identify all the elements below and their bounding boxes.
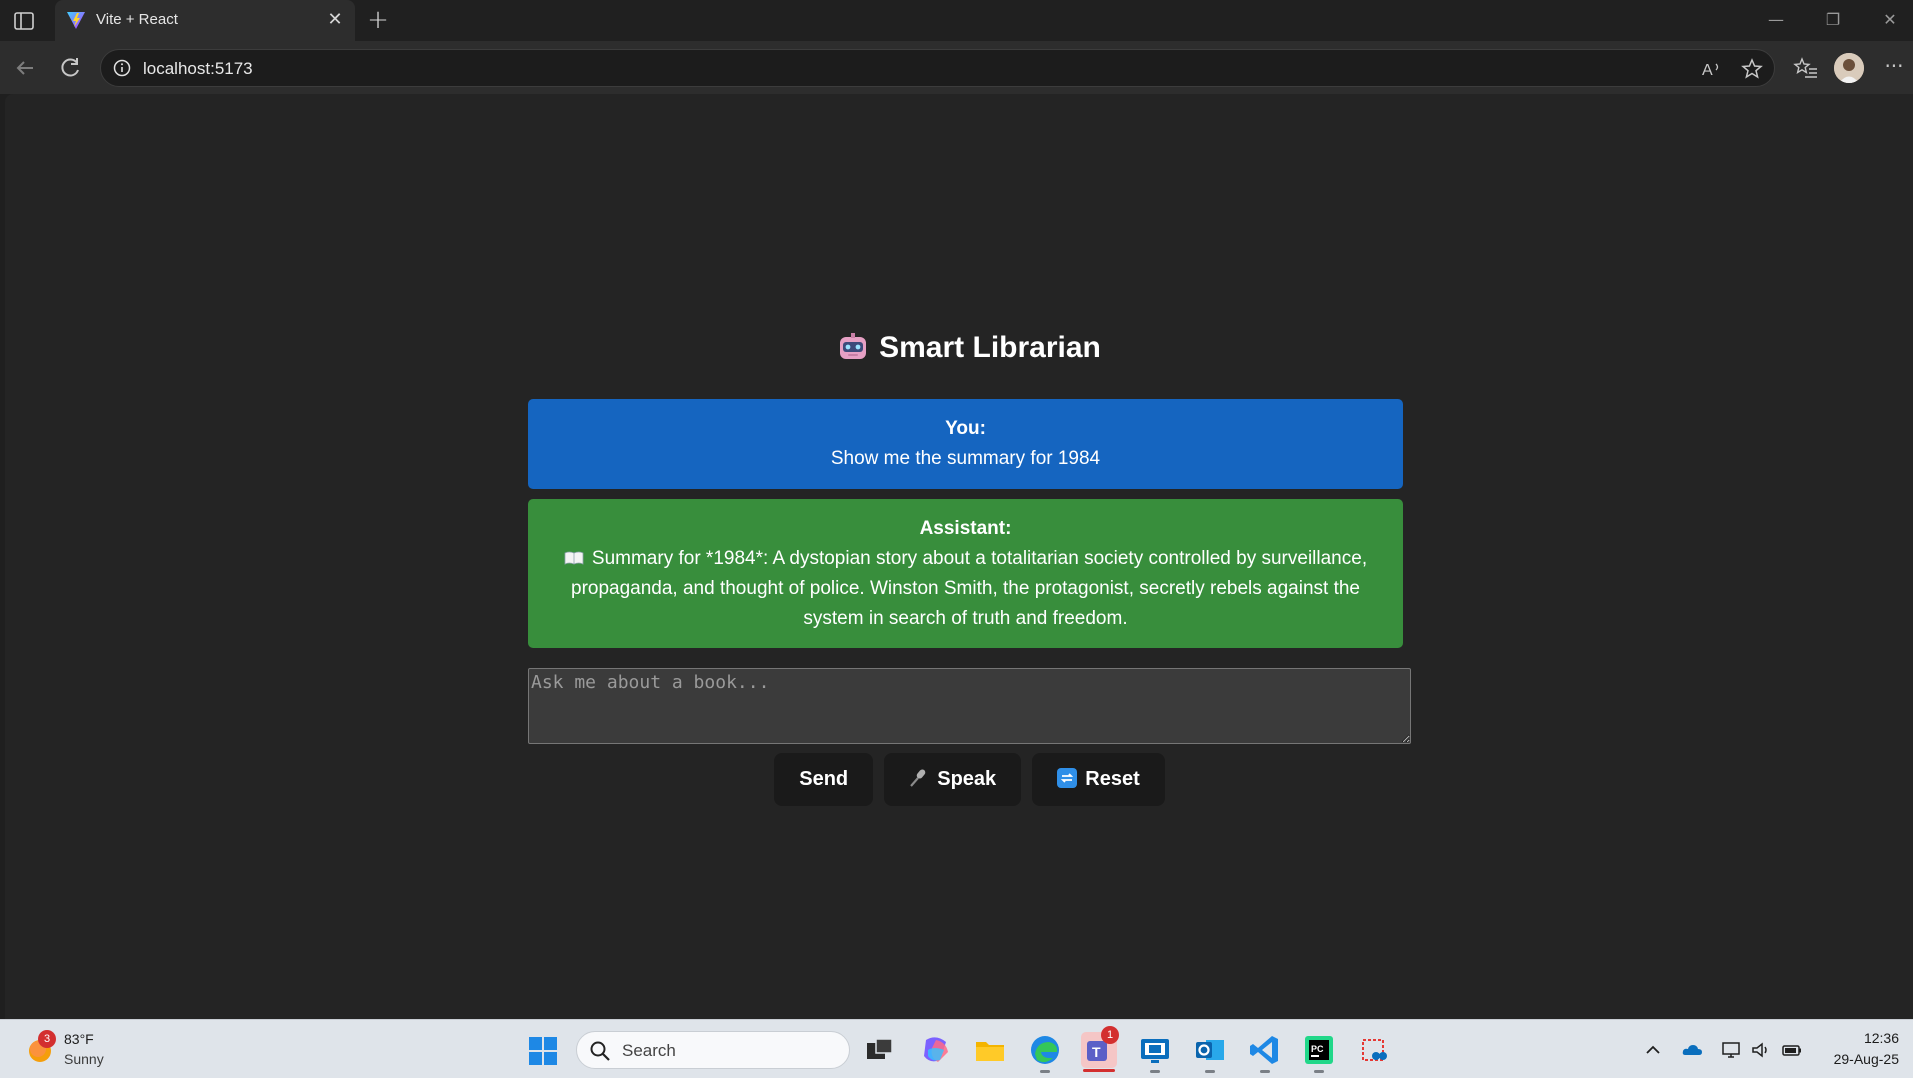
message-text: Summary for *1984*: A dystopian story ab… [571, 548, 1368, 629]
refresh-icon[interactable] [56, 54, 84, 82]
microphone-icon [909, 756, 929, 787]
close-window-button[interactable]: ✕ [1872, 8, 1908, 32]
windows-start-icon[interactable] [528, 1036, 558, 1066]
reset-button-label: Reset [1085, 768, 1140, 790]
file-explorer-icon[interactable] [972, 1032, 1008, 1068]
running-indicator [1314, 1070, 1324, 1073]
onedrive-cloud-icon[interactable] [1681, 1040, 1703, 1060]
network-icon[interactable] [1720, 1040, 1742, 1060]
speak-button[interactable]: Speak [884, 753, 1022, 806]
favorite-star-icon[interactable] [1741, 58, 1763, 80]
taskbar-search[interactable]: Search [576, 1031, 850, 1069]
message-role-label: Assistant: [919, 518, 1012, 539]
vite-logo-icon [65, 9, 87, 31]
running-indicator [1150, 1070, 1160, 1073]
clock-time: 12:36 [1863, 1030, 1899, 1046]
message-text: Show me the summary for 1984 [830, 448, 1101, 469]
book-question-input[interactable] [528, 668, 1411, 744]
message-role-label: You: [945, 418, 986, 439]
assistant-message: Assistant: Summary for *1984*: A dystopi… [528, 499, 1403, 648]
new-tab-button[interactable]: + [364, 6, 392, 34]
pycharm-icon[interactable]: PC [1301, 1032, 1337, 1073]
copilot-m365-icon[interactable] [918, 1032, 954, 1068]
show-hidden-icons-chevron-icon[interactable] [1642, 1040, 1664, 1060]
back-arrow-icon[interactable] [11, 54, 39, 82]
active-indicator [1083, 1069, 1115, 1072]
minimize-button[interactable]: — [1758, 8, 1794, 32]
url-text: localhost:5173 [143, 59, 253, 78]
running-indicator [1260, 1070, 1270, 1073]
app-title-text: Smart Librarian [879, 331, 1101, 364]
reset-icon [1057, 756, 1078, 788]
search-icon [589, 1040, 611, 1062]
user-message: You: Show me the summary for 1984 [528, 399, 1403, 489]
running-indicator [1205, 1070, 1215, 1073]
restore-button[interactable]: ❐ [1815, 8, 1851, 32]
remote-desktop-icon[interactable] [1137, 1032, 1173, 1073]
teams-notification-badge: 1 [1101, 1026, 1119, 1044]
book-icon [564, 545, 584, 565]
send-button-label: Send [799, 768, 849, 790]
browser-tab-bar: Vite + React ✕ + — ❐ ✕ [0, 0, 1913, 41]
reset-button[interactable]: Reset [1032, 753, 1165, 806]
robot-icon [837, 331, 869, 363]
tab-close-icon[interactable]: ✕ [325, 10, 345, 30]
svg-text:A: A [1702, 62, 1713, 79]
more-options-icon[interactable]: ··· [1880, 54, 1908, 82]
page-title: Smart Librarian [528, 331, 1410, 365]
send-button[interactable]: Send [774, 753, 874, 806]
favorites-icon[interactable] [1792, 54, 1820, 82]
teams-icon[interactable]: T 1 [1081, 1026, 1119, 1072]
volume-icon[interactable] [1750, 1040, 1772, 1060]
sidebar-toggle-icon[interactable] [12, 10, 36, 32]
running-indicator [1040, 1070, 1050, 1073]
clock-date: 29-Aug-25 [1833, 1051, 1899, 1067]
outlook-icon[interactable] [1192, 1032, 1228, 1073]
tab-title: Vite + React [96, 11, 178, 28]
browser-toolbar: localhost:5173 A ··· [0, 41, 1913, 94]
weather-condition: Sunny [64, 1051, 104, 1067]
task-view-icon[interactable] [862, 1032, 898, 1068]
browser-tab[interactable]: Vite + React ✕ [55, 0, 355, 41]
weather-alert-badge: 3 [38, 1030, 56, 1048]
windows-taskbar: 3 83°F Sunny Search T 1 PC 12:36 29-Aug-… [0, 1019, 1913, 1078]
address-bar[interactable]: localhost:5173 A [100, 49, 1775, 87]
speak-button-label: Speak [937, 768, 997, 790]
taskbar-search-placeholder: Search [622, 1041, 676, 1060]
action-buttons: Send Speak Reset [528, 753, 1411, 806]
edge-browser-icon[interactable] [1027, 1032, 1063, 1073]
site-info-icon[interactable] [113, 59, 131, 77]
svg-text:PC: PC [1311, 1044, 1324, 1054]
snipping-tool-icon[interactable] [1356, 1032, 1392, 1068]
page-viewport: Smart Librarian You: Show me the summary… [5, 94, 1913, 1019]
weather-temperature: 83°F [64, 1031, 94, 1047]
read-aloud-icon[interactable]: A [1701, 58, 1723, 80]
message-body: Summary for *1984*: A dystopian story ab… [542, 544, 1389, 634]
profile-avatar[interactable] [1834, 53, 1864, 83]
svg-text:T: T [1092, 1044, 1101, 1060]
vscode-icon[interactable] [1247, 1032, 1283, 1073]
battery-icon[interactable] [1781, 1040, 1803, 1060]
